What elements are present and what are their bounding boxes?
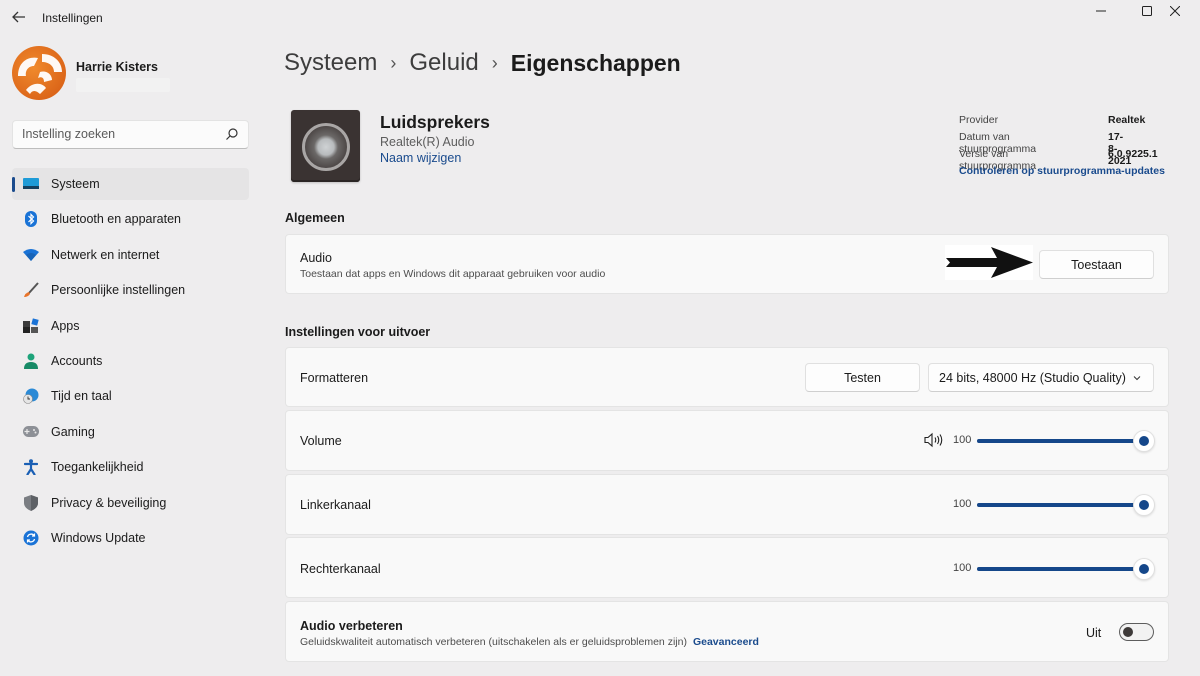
close-button[interactable] [1152, 0, 1198, 22]
sidebar-item-label: Systeem [51, 177, 100, 191]
audio-card: Audio Toestaan dat apps en Windows dit a… [285, 234, 1169, 294]
sidebar-item-tijd-taal[interactable]: Tijd en taal [12, 380, 249, 412]
card-title: Audio verbeteren [300, 619, 403, 633]
allow-button[interactable]: Toestaan [1039, 250, 1154, 279]
title-bar: Instellingen [0, 0, 1200, 34]
speaker-volume-icon[interactable] [924, 432, 944, 448]
sidebar-nav: Systeem Bluetooth en apparaten Netwerk e… [12, 168, 249, 557]
sidebar-item-persoonlijk[interactable]: Persoonlijke instellingen [12, 274, 249, 306]
wifi-icon [22, 247, 39, 263]
maximize-icon [1142, 6, 1152, 16]
sidebar-item-label: Netwerk en internet [51, 247, 160, 262]
check-driver-updates-link[interactable]: Controleren op stuurprogramma-updates [959, 165, 1165, 177]
card-description: Toestaan dat apps en Windows dit apparaa… [300, 268, 606, 280]
card-title: Audio [300, 251, 332, 265]
card-title: Rechterkanaal [300, 562, 381, 576]
settings-search[interactable] [12, 120, 249, 149]
sidebar-item-bluetooth[interactable]: Bluetooth en apparaten [12, 203, 249, 235]
card-description: Geluidskwaliteit automatisch verbeteren … [300, 636, 759, 648]
bluetooth-icon [22, 211, 39, 228]
minimize-icon [1096, 10, 1106, 12]
profile-name: Harrie Kisters [76, 60, 158, 74]
search-icon[interactable] [225, 127, 239, 141]
slider-thumb[interactable] [1133, 558, 1155, 580]
sidebar-item-netwerk[interactable]: Netwerk en internet [12, 239, 249, 271]
sidebar-item-label: Apps [51, 318, 80, 333]
profile-email-redacted [76, 78, 170, 92]
sidebar-item-systeem[interactable]: Systeem [12, 168, 249, 200]
globe-clock-icon [22, 388, 39, 405]
card-title: Volume [300, 434, 342, 448]
section-title-output: Instellingen voor uitvoer [285, 325, 431, 339]
device-name: Luidsprekers [380, 112, 490, 132]
chevron-right-icon: › [390, 52, 397, 73]
brush-icon [22, 282, 39, 298]
breadcrumb: Systeem › Geluid › Eigenschappen [284, 46, 681, 80]
sidebar-item-label: Windows Update [51, 530, 146, 545]
update-icon [22, 530, 39, 546]
toggle-state-label: Uit [1086, 626, 1102, 640]
volume-value: 100 [953, 434, 972, 446]
gamepad-icon [22, 424, 39, 440]
chevron-right-icon: › [491, 52, 498, 73]
info-label: Provider [959, 114, 999, 126]
sidebar-item-gaming[interactable]: Gaming [12, 416, 249, 448]
sidebar-item-accounts[interactable]: Accounts [12, 345, 249, 377]
system-icon [22, 176, 39, 192]
arrow-left-icon [12, 11, 25, 23]
shield-icon [22, 494, 39, 511]
test-button[interactable]: Testen [805, 363, 920, 392]
close-icon [1170, 6, 1180, 16]
apps-icon [22, 317, 39, 334]
audio-enhance-card: Audio verbeteren Geluidskwaliteit automa… [285, 601, 1169, 662]
sidebar-item-label: Accounts [51, 353, 103, 368]
person-icon [22, 353, 39, 369]
chevron-down-icon [1133, 376, 1141, 381]
section-title-general: Algemeen [285, 211, 345, 225]
back-button[interactable] [10, 8, 28, 26]
format-select-value: 24 bits, 48000 Hz (Studio Quality) [939, 371, 1126, 385]
arrow-annotation [945, 245, 1033, 280]
enhance-description: Geluidskwaliteit automatisch verbeteren … [300, 636, 687, 648]
page-title: Eigenschappen [510, 49, 681, 76]
sidebar-item-label: Bluetooth en apparaten [51, 212, 181, 227]
breadcrumb-systeem[interactable]: Systeem [284, 49, 377, 77]
card-title: Formatteren [300, 371, 369, 385]
minimize-button[interactable] [1078, 0, 1124, 22]
left-channel-slider[interactable] [977, 494, 1155, 516]
right-channel-value: 100 [953, 562, 972, 574]
slider-thumb[interactable] [1133, 430, 1155, 452]
card-title: Linkerkanaal [300, 498, 371, 512]
speaker-icon [291, 110, 360, 182]
breadcrumb-geluid[interactable]: Geluid [409, 49, 478, 77]
advanced-link[interactable]: Geavanceerd [693, 636, 759, 648]
search-input[interactable] [22, 127, 222, 141]
sidebar-item-label: Privacy & beveiliging [51, 495, 167, 510]
sidebar-item-label: Persoonlijke instellingen [51, 283, 186, 298]
sidebar-item-windows-update[interactable]: Windows Update [12, 522, 249, 554]
device-driver: Realtek(R) Audio [380, 135, 475, 149]
info-value: Realtek [1108, 114, 1146, 126]
volume-slider[interactable] [977, 430, 1155, 452]
right-channel-slider[interactable] [977, 558, 1155, 580]
rename-link[interactable]: Naam wijzigen [380, 151, 461, 165]
info-value: 6.0.9225.1 [1108, 148, 1158, 160]
toggle-knob [1123, 627, 1133, 637]
sidebar-item-label: Toegankelijkheid [51, 460, 144, 475]
sidebar-item-apps[interactable]: Apps [12, 310, 249, 342]
sidebar-item-toegankelijkheid[interactable]: Toegankelijkheid [12, 451, 249, 483]
sidebar-item-label: Gaming [51, 424, 95, 439]
sidebar-item-label: Tijd en taal [51, 389, 112, 404]
audio-enhance-toggle[interactable] [1119, 623, 1154, 641]
format-select[interactable]: 24 bits, 48000 Hz (Studio Quality) [928, 363, 1154, 392]
app-title: Instellingen [42, 11, 103, 25]
left-channel-value: 100 [953, 498, 972, 510]
sidebar-item-privacy[interactable]: Privacy & beveiliging [12, 487, 249, 519]
user-profile[interactable]: Harrie Kisters [12, 46, 252, 102]
accessibility-icon [22, 459, 39, 476]
avatar [12, 46, 66, 100]
arrow-right-icon [946, 247, 1033, 278]
slider-thumb[interactable] [1133, 494, 1155, 516]
